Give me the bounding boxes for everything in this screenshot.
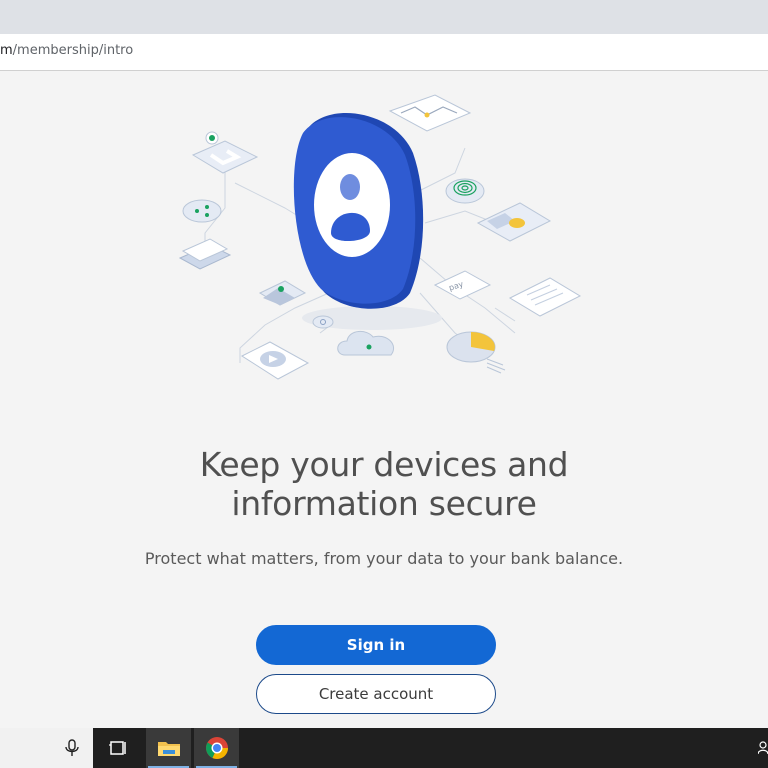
gallery-card-icon: [476, 202, 552, 242]
create-account-button[interactable]: Create account: [256, 674, 496, 714]
page-headline: Keep your devices and information secure: [84, 445, 684, 523]
headline-line-2: information secure: [231, 484, 537, 523]
chrome-icon: [205, 737, 228, 759]
browser-tab-strip: [0, 0, 768, 34]
task-view-button[interactable]: [96, 728, 141, 768]
headline-line-1: Keep your devices and: [199, 445, 569, 484]
sign-in-button[interactable]: Sign in: [256, 625, 496, 665]
mail-icon: [178, 238, 232, 270]
small-node-icon: [312, 315, 334, 329]
page-subtext: Protect what matters, from your data to …: [144, 549, 624, 568]
photo-card-icon: [258, 280, 307, 306]
task-view-icon: [108, 741, 126, 755]
url-host: m: [0, 43, 13, 58]
taskbar: [0, 728, 768, 768]
account-shield-icon: [293, 112, 442, 330]
cloud-icon: [337, 331, 395, 356]
microphone-icon[interactable]: [62, 738, 82, 758]
url-path: /membership/intro: [12, 43, 134, 58]
page-content: pay Keep your devices and information se…: [0, 71, 768, 728]
taskbar-search-box[interactable]: [0, 728, 93, 768]
node-icon: [182, 199, 222, 223]
document-card-icon: [508, 277, 582, 317]
file-explorer-button[interactable]: [146, 728, 191, 768]
location-card-icon: [191, 131, 259, 174]
chrome-button[interactable]: [194, 728, 239, 768]
video-card-icon: [240, 341, 310, 380]
fingerprint-icon: [445, 178, 485, 204]
security-illustration: pay: [178, 94, 582, 380]
tray-person-icon[interactable]: [758, 741, 768, 755]
url-text[interactable]: m/membership/intro: [0, 43, 133, 58]
file-explorer-icon: [157, 742, 180, 756]
pie-chart-icon: [446, 331, 506, 374]
pay-card-icon: pay: [433, 270, 492, 300]
address-bar[interactable]: m/membership/intro: [0, 34, 768, 71]
chart-card-icon: [388, 94, 472, 132]
